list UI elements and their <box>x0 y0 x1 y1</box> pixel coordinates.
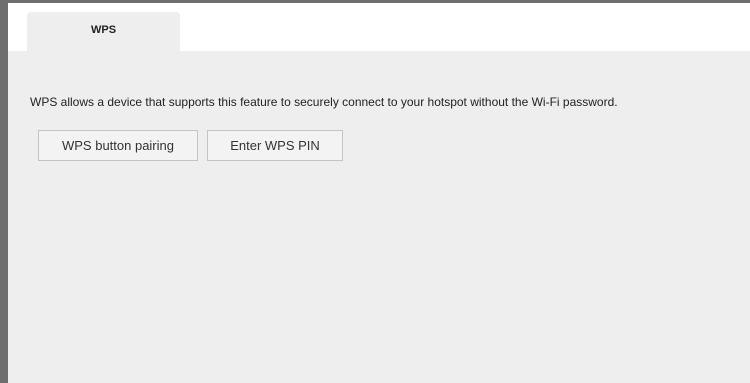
tab-wps[interactable]: WPS <box>27 12 180 51</box>
tab-wps-label: WPS <box>90 24 117 36</box>
wps-settings-window: WPS WPS allows a device that supports th… <box>0 0 750 383</box>
wps-panel: WPS allows a device that supports this f… <box>8 51 750 383</box>
tab-bar: WPS <box>8 3 750 51</box>
wps-button-pairing-button[interactable]: WPS button pairing <box>38 130 198 161</box>
enter-wps-pin-button[interactable]: Enter WPS PIN <box>207 130 343 161</box>
wps-description: WPS allows a device that supports this f… <box>30 95 618 109</box>
